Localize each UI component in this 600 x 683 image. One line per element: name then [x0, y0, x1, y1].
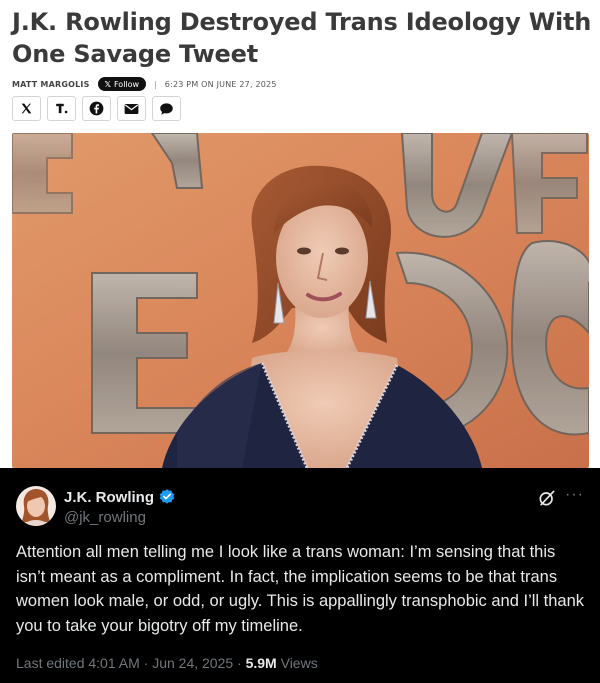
embedded-tweet[interactable]: J.K. Rowling @jk_rowling ··· Attention a… [0, 468, 600, 683]
grok-icon [539, 490, 555, 506]
share-x-button[interactable] [12, 96, 41, 121]
byline: MATT MARGOLIS 𝕏 Follow | 6:23 PM ON JUNE… [12, 76, 277, 92]
share-truth-button[interactable] [47, 96, 76, 121]
tweet-text: Attention all men telling me I look like… [16, 543, 585, 635]
email-icon [124, 103, 139, 114]
facebook-icon [89, 101, 104, 116]
follow-button[interactable]: 𝕏 Follow [97, 77, 147, 91]
x-logo-icon [21, 103, 32, 114]
views-label: Views [276, 655, 318, 671]
tweet-author-name[interactable]: J.K. Rowling [64, 488, 176, 506]
follow-label: Follow [113, 79, 140, 89]
comment-icon [160, 102, 173, 115]
share-buttons [12, 96, 181, 121]
author-name[interactable]: MATT MARGOLIS [12, 80, 90, 89]
share-comment-button[interactable] [152, 96, 181, 121]
more-options-icon[interactable]: ··· [565, 486, 584, 504]
grok-button[interactable] [537, 488, 557, 513]
x-logo-icon: 𝕏 [104, 79, 111, 89]
truth-social-icon [55, 103, 67, 114]
tweet-handle[interactable]: @jk_rowling [64, 509, 146, 526]
article-headline: J.K. Rowling Destroyed Trans Ideology Wi… [12, 8, 592, 68]
share-email-button[interactable] [117, 96, 146, 121]
views-count: 5.9M [245, 655, 277, 671]
display-name: J.K. Rowling [64, 488, 154, 506]
verified-badge-icon [159, 489, 175, 504]
hero-photo [12, 133, 589, 468]
avatar[interactable] [16, 486, 56, 526]
byline-separator: | [154, 79, 157, 89]
publish-date: 6:23 PM ON JUNE 27, 2025 [164, 79, 277, 89]
share-facebook-button[interactable] [82, 96, 111, 121]
edited-timestamp[interactable]: Last edited 4:01 AM · Jun 24, 2025 · [16, 655, 246, 671]
tweet-meta: Last edited 4:01 AM · Jun 24, 2025 · 5.9… [16, 655, 318, 671]
